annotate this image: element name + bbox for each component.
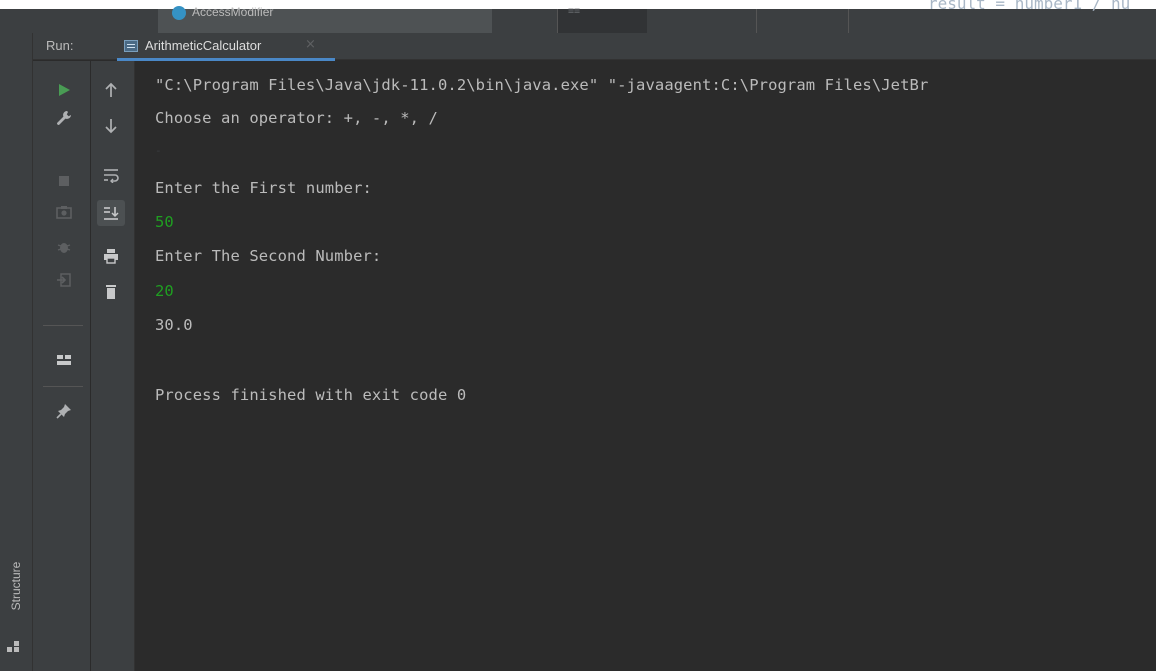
next-occurrence-button[interactable] — [99, 114, 123, 138]
toolbar-separator — [43, 386, 83, 387]
close-icon[interactable]: × — [305, 37, 316, 52]
print-button[interactable] — [99, 244, 123, 268]
console-actions-toolbar — [91, 61, 135, 671]
trash-icon — [106, 285, 116, 299]
console-line: Choose an operator: +, -, *, / — [155, 109, 438, 127]
wrench-icon — [57, 111, 71, 125]
console-line: Process finished with exit code 0 — [155, 386, 467, 404]
console-output[interactable]: "C:\Program Files\Java\jdk-11.0.2\bin\ja… — [136, 61, 1156, 671]
soft-wrap-icon — [104, 169, 119, 183]
editor-divider — [848, 9, 849, 33]
rerun-button[interactable] — [52, 78, 76, 102]
previous-occurrence-button[interactable] — [99, 78, 123, 102]
play-icon — [59, 84, 70, 96]
clear-all-button[interactable] — [99, 280, 123, 304]
editor-tab-label: AccessModifier — [192, 5, 274, 19]
arrow-up-icon — [105, 82, 117, 97]
editor-divider — [756, 9, 757, 33]
run-tool-window-header: Run: ArithmeticCalculator × — [33, 33, 1156, 61]
console-icon — [124, 40, 138, 52]
structure-icon — [7, 641, 19, 652]
editor-code-snippet: result = number1 / nu — [928, 0, 1131, 13]
structure-label: Structure — [9, 561, 23, 611]
dump-threads-button[interactable] — [52, 200, 76, 224]
console-line: 30.0 — [155, 316, 193, 334]
run-label: Run: — [46, 38, 74, 53]
console-line: Enter the First number: — [155, 179, 372, 197]
bug-icon — [57, 243, 71, 253]
gutter-marker: ≡≡ — [568, 6, 581, 17]
run-tab-arithmetic-calculator[interactable]: ArithmeticCalculator × — [117, 33, 335, 61]
run-actions-toolbar — [33, 61, 91, 671]
exit-button[interactable] — [52, 268, 76, 292]
editor-tab-access-modifier[interactable]: AccessModifier — [158, 5, 492, 33]
console-line: Enter The Second Number: — [155, 247, 382, 265]
left-tool-stripe: Structure S — [0, 33, 33, 671]
structure-tool-tab[interactable]: Structure — [4, 543, 28, 653]
pin-icon — [56, 404, 71, 419]
pin-tab-button[interactable] — [52, 399, 76, 423]
soft-wrap-button[interactable] — [99, 163, 123, 187]
scroll-to-end-button[interactable] — [97, 200, 125, 226]
console-input-line: 20 — [155, 282, 174, 300]
scroll-to-end-icon — [104, 207, 119, 220]
stop-icon — [59, 176, 69, 186]
layout-icon — [57, 355, 71, 365]
arrow-down-icon — [105, 119, 117, 134]
camera-icon — [56, 206, 72, 219]
stop-button[interactable] — [52, 169, 76, 193]
print-icon — [104, 249, 118, 264]
console-input-line: 50 — [155, 213, 174, 231]
console-input-line: - — [155, 144, 162, 157]
console-line: "C:\Program Files\Java\jdk-11.0.2\bin\ja… — [155, 76, 929, 94]
debug-button[interactable] — [52, 235, 76, 259]
editor-gutter: ≡≡ — [557, 6, 647, 33]
layout-button[interactable] — [52, 348, 76, 372]
run-tab-title: ArithmeticCalculator — [145, 38, 262, 53]
class-icon — [172, 6, 186, 20]
settings-button[interactable] — [52, 106, 76, 130]
toolbar-separator — [43, 325, 83, 326]
editor-tab-strip: AccessModifier ≡≡ result = number1 / nu — [0, 0, 1156, 33]
exit-icon — [57, 273, 71, 287]
